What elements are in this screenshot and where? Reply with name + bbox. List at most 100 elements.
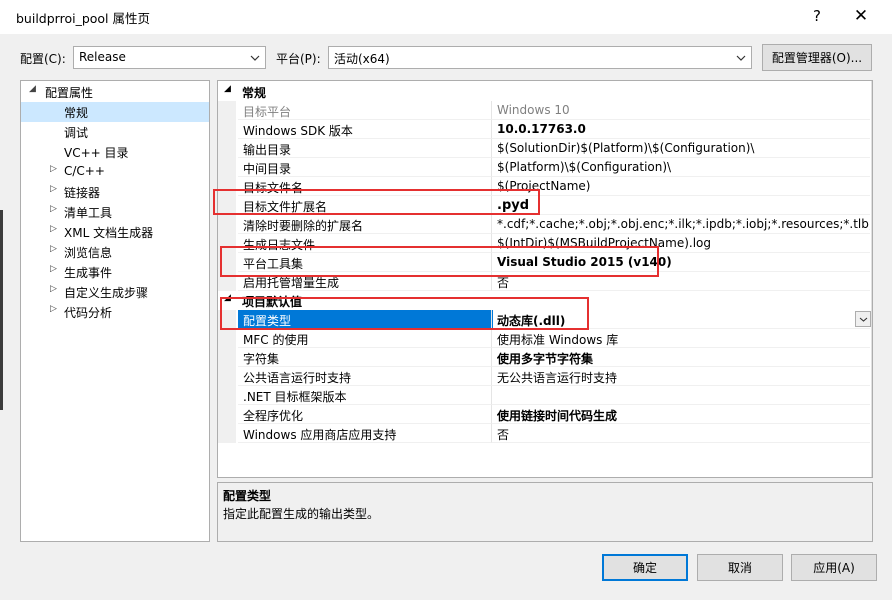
triangle-right-icon[interactable]: ▷ bbox=[50, 244, 60, 254]
row-gutter bbox=[218, 158, 236, 177]
tree-item-xml-doc-generator[interactable]: ▷ XML 文档生成器 bbox=[21, 222, 209, 242]
property-row-clr-support[interactable]: 公共语言运行时支持 无公共语言运行时支持 bbox=[218, 367, 870, 386]
property-row-output-dir[interactable]: 输出目录 $(SolutionDir)$(Platform)\$(Configu… bbox=[218, 139, 870, 158]
property-tree: ◢ 配置属性 常规 调试 VC++ 目录 ▷ C/C++ ▷ 链接器 ▷ 清单工… bbox=[20, 80, 210, 542]
row-gutter bbox=[218, 424, 236, 443]
property-name: 目标文件名 bbox=[238, 177, 493, 196]
tree-item-label: 浏览信息 bbox=[64, 246, 113, 260]
property-value: $(Platform)\$(Configuration)\ bbox=[491, 158, 870, 177]
triangle-right-icon[interactable]: ▷ bbox=[50, 224, 60, 234]
property-name: 目标平台 bbox=[238, 101, 493, 120]
tree-item-build-events[interactable]: ▷ 生成事件 bbox=[21, 262, 209, 282]
property-name: 启用托管增量生成 bbox=[238, 272, 493, 291]
triangle-down-icon[interactable]: ◢ bbox=[29, 84, 39, 94]
property-name: .NET 目标框架版本 bbox=[238, 386, 493, 405]
section-project-defaults[interactable]: ◢ 项目默认值 bbox=[218, 291, 870, 310]
property-value: 10.0.17763.0 bbox=[491, 120, 870, 139]
help-button[interactable]: ? bbox=[795, 0, 839, 32]
row-gutter bbox=[218, 348, 236, 367]
property-value: .pyd bbox=[491, 196, 870, 215]
property-row-dotnet-framework[interactable]: .NET 目标框架版本 bbox=[218, 386, 870, 405]
triangle-down-icon[interactable]: ◢ bbox=[224, 84, 231, 94]
chevron-down-icon bbox=[247, 48, 263, 67]
property-value bbox=[491, 386, 870, 405]
tree-item-debugging[interactable]: 调试 bbox=[21, 122, 209, 142]
row-gutter bbox=[218, 310, 236, 329]
window-title: buildprroi_pool 属性页 bbox=[16, 11, 151, 26]
row-gutter bbox=[218, 177, 236, 196]
property-row-build-log[interactable]: 生成日志文件 $(IntDir)$(MSBuildProjectName).lo… bbox=[218, 234, 870, 253]
property-value: Windows 10 bbox=[491, 101, 870, 120]
tree-item-general[interactable]: 常规 bbox=[21, 102, 209, 122]
property-name: 公共语言运行时支持 bbox=[238, 367, 493, 386]
row-gutter bbox=[218, 120, 236, 139]
triangle-right-icon[interactable]: ▷ bbox=[50, 204, 60, 214]
row-gutter bbox=[218, 386, 236, 405]
property-name: 输出目录 bbox=[238, 139, 493, 158]
config-value: Release bbox=[79, 50, 126, 64]
chevron-down-icon[interactable] bbox=[855, 311, 871, 327]
platform-label: 平台(P): bbox=[276, 52, 321, 66]
property-row-target-name[interactable]: 目标文件名 $(ProjectName) bbox=[218, 177, 870, 196]
property-value: $(ProjectName) bbox=[491, 177, 870, 196]
tree-item-label: C/C++ bbox=[64, 164, 105, 178]
tree-item-vc-directories[interactable]: VC++ 目录 bbox=[21, 142, 209, 162]
row-gutter bbox=[218, 234, 236, 253]
triangle-right-icon[interactable]: ▷ bbox=[50, 304, 60, 314]
property-value: $(IntDir)$(MSBuildProjectName).log bbox=[491, 234, 870, 253]
tree-item-custom-build-step[interactable]: ▷ 自定义生成步骤 bbox=[21, 282, 209, 302]
property-name: 字符集 bbox=[238, 348, 493, 367]
triangle-right-icon[interactable]: ▷ bbox=[50, 184, 60, 194]
property-row-configuration-type[interactable]: 配置类型 动态库(.dll) bbox=[218, 310, 871, 329]
row-gutter bbox=[218, 405, 236, 424]
triangle-right-icon[interactable]: ▷ bbox=[50, 264, 60, 274]
property-value: 使用链接时间代码生成 bbox=[491, 405, 870, 424]
ok-button[interactable]: 确定 bbox=[602, 554, 688, 581]
property-row-whole-program-opt[interactable]: 全程序优化 使用链接时间代码生成 bbox=[218, 405, 870, 424]
tree-item-linker[interactable]: ▷ 链接器 bbox=[21, 182, 209, 202]
tree-item-c-cpp[interactable]: ▷ C/C++ bbox=[21, 162, 209, 182]
platform-combo[interactable]: 活动(x64) bbox=[328, 46, 752, 69]
cancel-button[interactable]: 取消 bbox=[697, 554, 783, 581]
config-manager-button[interactable]: 配置管理器(O)... bbox=[762, 44, 872, 71]
tree-item-label: 链接器 bbox=[64, 186, 101, 200]
property-name: 生成日志文件 bbox=[238, 234, 493, 253]
property-name: 清除时要删除的扩展名 bbox=[238, 215, 493, 234]
close-button[interactable]: ✕ bbox=[839, 0, 883, 32]
property-row-intermediate-dir[interactable]: 中间目录 $(Platform)\$(Configuration)\ bbox=[218, 158, 870, 177]
property-name: 配置类型 bbox=[238, 310, 493, 329]
tree-item-label: VC++ 目录 bbox=[64, 146, 129, 160]
row-gutter bbox=[218, 272, 236, 291]
apply-button[interactable]: 应用(A) bbox=[791, 554, 877, 581]
tree-item-code-analysis[interactable]: ▷ 代码分析 bbox=[21, 302, 209, 322]
property-row-target-extension[interactable]: 目标文件扩展名 .pyd bbox=[218, 196, 870, 215]
property-row-target-platform[interactable]: 目标平台 Windows 10 bbox=[218, 101, 870, 120]
property-row-managed-incremental[interactable]: 启用托管增量生成 否 bbox=[218, 272, 870, 291]
config-combo[interactable]: Release bbox=[73, 46, 266, 69]
section-general[interactable]: ◢ 常规 bbox=[218, 82, 870, 101]
property-name: Windows SDK 版本 bbox=[238, 120, 493, 139]
property-name: Windows 应用商店应用支持 bbox=[238, 424, 493, 443]
property-row-sdk-version[interactable]: Windows SDK 版本 10.0.17763.0 bbox=[218, 120, 870, 139]
property-row-mfc-usage[interactable]: MFC 的使用 使用标准 Windows 库 bbox=[218, 329, 870, 348]
row-gutter bbox=[218, 196, 236, 215]
property-grid: ◢ 常规 目标平台 Windows 10 Windows SDK 版本 10.0… bbox=[217, 80, 873, 478]
property-value: 否 bbox=[491, 272, 870, 291]
triangle-right-icon[interactable]: ▷ bbox=[50, 164, 60, 174]
tree-item-label: 配置属性 bbox=[45, 86, 94, 100]
property-value: 无公共语言运行时支持 bbox=[491, 367, 870, 386]
property-name: 平台工具集 bbox=[238, 253, 493, 272]
tree-item-label: 调试 bbox=[64, 126, 89, 140]
property-row-character-set[interactable]: 字符集 使用多字节字符集 bbox=[218, 348, 870, 367]
property-row-clean-extensions[interactable]: 清除时要删除的扩展名 *.cdf;*.cache;*.obj;*.obj.enc… bbox=[218, 215, 870, 234]
row-gutter bbox=[218, 139, 236, 158]
property-value: $(SolutionDir)$(Platform)\$(Configuratio… bbox=[491, 139, 870, 158]
tree-item-browse-info[interactable]: ▷ 浏览信息 bbox=[21, 242, 209, 262]
triangle-right-icon[interactable]: ▷ bbox=[50, 284, 60, 294]
tree-item-manifest-tool[interactable]: ▷ 清单工具 bbox=[21, 202, 209, 222]
triangle-down-icon[interactable]: ◢ bbox=[224, 293, 231, 303]
tree-item-config-properties[interactable]: ◢ 配置属性 bbox=[21, 82, 209, 102]
property-row-store-app-support[interactable]: Windows 应用商店应用支持 否 bbox=[218, 424, 870, 443]
chevron-down-icon bbox=[733, 48, 749, 67]
property-row-platform-toolset[interactable]: 平台工具集 Visual Studio 2015 (v140) bbox=[218, 253, 870, 272]
